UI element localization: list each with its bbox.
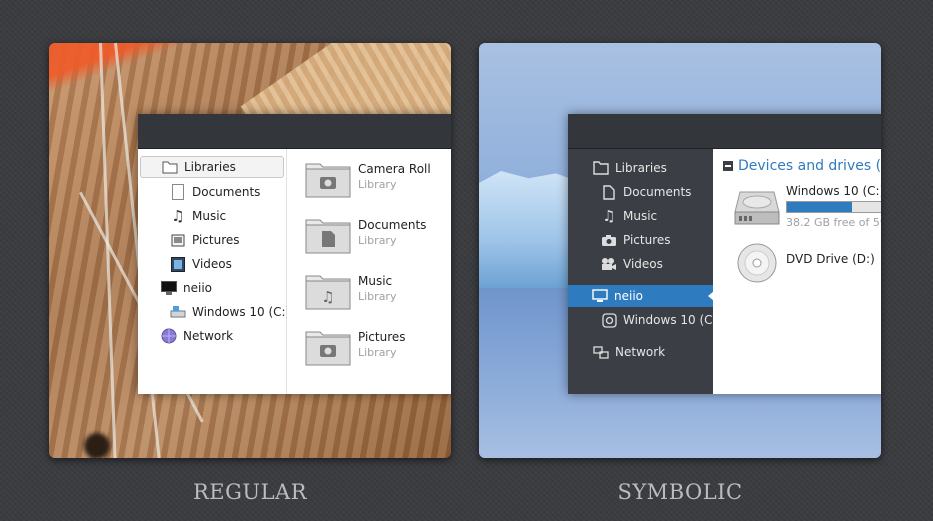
camera-folder-icon [305,160,351,198]
computer-icon [161,280,177,296]
camera-folder-icon [305,328,351,366]
nav-label: Libraries [615,161,667,175]
window-titlebar[interactable] [138,114,451,149]
navigation-pane: Libraries Documents ♫ Music Pictures Vid… [568,149,721,394]
picture-icon [170,232,186,248]
nav-item-libraries[interactable]: Libraries [593,157,667,179]
library-icon [593,160,609,176]
music-note-icon: ♫ [602,207,616,225]
network-icon [593,344,609,360]
nav-item-pictures[interactable]: Pictures [170,229,240,251]
devices-section-header[interactable]: Devices and drives (2) [723,158,881,174]
content-pane: Camera Roll Library Documents Library ♫ … [287,149,451,394]
nav-label: Music [192,209,227,223]
drive-name: DVD Drive (D:) [786,252,875,266]
folder-icon [162,159,178,175]
library-type: Library [358,290,397,303]
window-titlebar[interactable] [568,114,881,149]
nav-label: Network [183,329,234,343]
library-item[interactable]: Camera Roll Library [305,156,451,200]
section-title: Devices and drives (2) [738,158,881,174]
film-icon [170,256,186,272]
music-folder-icon: ♫ [305,272,351,310]
nav-item-libraries[interactable]: Libraries [140,156,284,178]
library-name: Music [358,274,393,288]
wallpaper-string [99,43,117,458]
video-camera-icon [601,256,617,272]
drive-icon [170,304,186,320]
nav-label: Windows 10 (C:) [192,305,291,319]
drive-item[interactable]: DVD Drive (D:) [734,240,881,286]
nav-label: Documents [623,185,692,199]
svg-text:♫: ♫ [321,288,334,306]
document-folder-icon [305,216,351,254]
nav-label: neiio [183,281,212,295]
explorer-window-regular: Libraries Documents ♫ Music Pictures Vid… [138,114,451,394]
nav-item-videos[interactable]: Videos [601,253,663,275]
explorer-window-symbolic: Libraries Documents ♫ Music Pictures Vid… [568,114,881,394]
wallpaper-knob [84,433,110,458]
network-globe-icon [161,328,177,344]
library-type: Library [358,234,397,247]
nav-item-documents[interactable]: Documents [170,181,260,203]
drive-icon [601,312,617,328]
hard-disk-icon [734,188,780,230]
nav-label: Libraries [184,160,236,174]
music-note-icon: ♫ [171,207,185,225]
nav-item-windows-drive[interactable]: Windows 10 (C:) [601,309,721,331]
collapse-icon[interactable] [723,161,733,171]
nav-item-network[interactable]: Network [593,341,665,363]
camera-icon [601,232,617,248]
dvd-disc-icon [736,242,778,288]
content-pane: Devices and drives (2) Windows 10 (C:) 3… [713,149,881,394]
library-item[interactable]: ♫ Music Library [305,268,451,312]
caption-symbolic: SYMBOLIC [617,480,743,504]
drive-item[interactable]: Windows 10 (C:) 38.2 GB free of 59. [734,184,881,230]
nav-label: Windows 10 (C:) [623,313,722,327]
symbolic-preview-panel: Libraries Documents ♫ Music Pictures Vid… [479,43,881,458]
nav-item-network[interactable]: Network [161,325,233,347]
regular-preview-panel: Libraries Documents ♫ Music Pictures Vid… [49,43,451,458]
drive-name: Windows 10 (C:) [786,184,881,198]
library-name: Camera Roll [358,162,431,176]
nav-item-neiio[interactable]: neiio [161,277,212,299]
library-type: Library [358,346,397,359]
nav-label: Pictures [192,233,240,247]
nav-label: Videos [623,257,663,271]
nav-item-neiio[interactable]: neiio [568,285,714,307]
library-type: Library [358,178,397,191]
library-item[interactable]: Pictures Library [305,324,451,368]
nav-label: Documents [192,185,261,199]
nav-label: Pictures [623,233,671,247]
nav-item-documents[interactable]: Documents [601,181,691,203]
monitor-icon [592,288,608,304]
document-icon [170,184,186,200]
nav-label: Videos [192,257,232,271]
caption-regular: REGULAR [192,480,308,504]
nav-item-videos[interactable]: Videos [170,253,232,275]
nav-label: Network [615,345,666,359]
drive-usage-fill [787,202,852,212]
library-name: Pictures [358,330,406,344]
document-icon [601,184,617,200]
nav-item-music[interactable]: ♫ Music [601,205,657,227]
drive-free-space: 38.2 GB free of 59. [786,216,881,229]
navigation-pane: Libraries Documents ♫ Music Pictures Vid… [138,149,290,394]
nav-label: Music [623,209,658,223]
library-item[interactable]: Documents Library [305,212,451,256]
nav-item-music[interactable]: ♫ Music [170,205,226,227]
nav-item-pictures[interactable]: Pictures [601,229,671,251]
drive-usage-bar [786,201,881,213]
library-name: Documents [358,218,427,232]
nav-label: neiio [614,289,643,303]
nav-item-windows-drive[interactable]: Windows 10 (C:) [170,301,290,323]
